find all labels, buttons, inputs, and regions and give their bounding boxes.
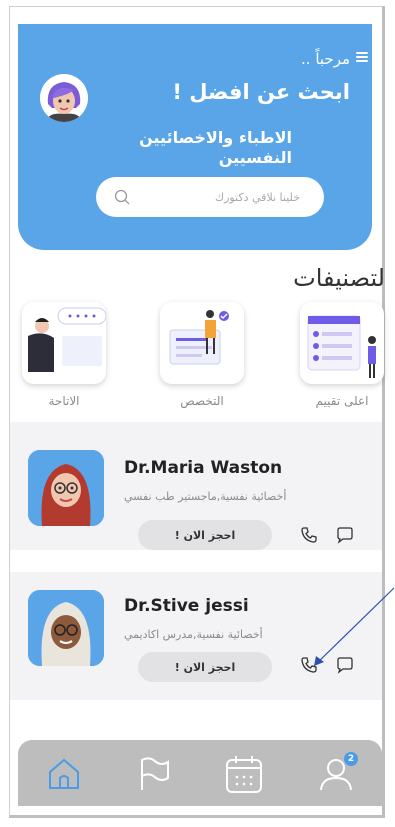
category-card-top-rated[interactable] [300,302,384,384]
menu-icon[interactable] [356,52,368,62]
user-avatar-icon [40,74,88,122]
header-banner: مرحباً .. ابحث عن افضل ! الاطباء والاخصا… [18,24,372,250]
user-avatar[interactable] [40,74,88,122]
doctor-avatar-icon [28,590,104,666]
flag-icon[interactable] [136,756,172,792]
rating-illustration-icon [307,315,376,378]
category-label: التخصص [180,394,224,408]
search-input[interactable] [132,177,312,217]
doctor-name: Dr.Maria Waston [124,458,283,478]
category-label: الاتاحة [48,394,80,408]
category-top-rated[interactable]: اعلى تقييم [300,302,384,408]
category-specialty[interactable]: التخصص [160,302,244,408]
doctor-avatar-icon [28,450,104,526]
doctor-card[interactable]: Dr.Maria Waston أخصائية نفسية,ماجستير طب… [10,422,382,550]
phone-icon[interactable] [300,526,318,544]
bottom-navigation: 2 [18,740,382,806]
doctor-specialty: أخصائية نفسية,ماجستير طب نفسي [124,490,287,503]
specialty-illustration-icon [169,310,229,365]
availability-illustration-icon [28,307,106,372]
home-icon[interactable] [46,756,82,792]
search-icon[interactable] [114,189,130,205]
greeting-text: مرحباً .. [301,50,350,68]
doctor-avatar [28,450,104,526]
calendar-icon[interactable] [224,754,264,794]
doctor-name: Dr.Stive jessi [124,596,249,616]
category-availability[interactable]: الاتاحة [22,302,106,408]
doctor-avatar [28,590,104,666]
book-now-button[interactable]: احجز الان ! [138,652,272,682]
headline-text: ابحث عن افضل ! [172,80,350,104]
category-card-availability[interactable] [22,302,106,384]
chat-icon[interactable] [336,526,354,544]
notification-badge: 2 [344,752,358,766]
doctor-specialty: أخصائية نفسية,مدرس اكاديمي [124,628,263,641]
categories-title: لتصنيفات [293,264,385,292]
subtitle-text: الاطباء والاخصائيين النفسيين [139,128,292,167]
category-card-specialty[interactable] [160,302,244,384]
category-label: اعلى تقييم [315,394,369,408]
annotation-arrow [313,587,395,667]
search-bar[interactable] [96,177,324,217]
book-now-button[interactable]: احجز الان ! [138,520,272,550]
profile-nav-button[interactable]: 2 [318,752,358,792]
